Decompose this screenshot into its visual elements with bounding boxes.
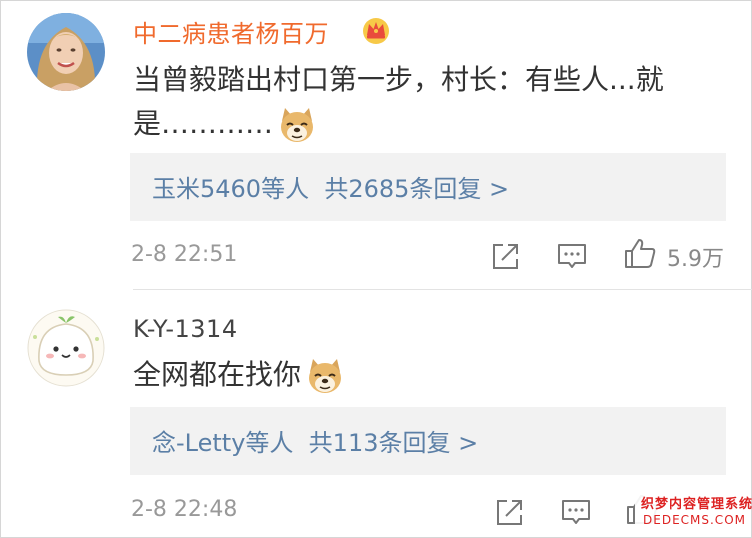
comment-text: 当曾毅踏出村口第一步，村长：有些人...就是………… [133, 58, 713, 146]
like-count: 5.9万 [667, 247, 724, 272]
username[interactable]: K-Y-1314 [133, 315, 238, 343]
divider [133, 289, 752, 290]
reply-summary[interactable]: 玉米5460等人 共2685条回复 > [130, 153, 726, 221]
reply-names[interactable]: 玉米5460等人 [152, 175, 309, 203]
reply-names[interactable]: 念-Letty等人 [152, 429, 293, 457]
reply-summary-text: 玉米5460等人 共2685条回复 > [152, 169, 509, 204]
doge-emoji-icon [277, 105, 317, 145]
like-icon[interactable] [623, 236, 657, 270]
username[interactable]: 中二病患者杨百万 [133, 14, 329, 49]
avatar[interactable] [27, 13, 105, 91]
comment-text-content: 全网都在找你 [133, 358, 302, 391]
avatar[interactable] [27, 309, 105, 387]
comment-text: 全网都在找你 [133, 353, 713, 397]
comment-list: 中二病患者杨百万 当曾毅踏出村口第一步，村长：有些人...就是………… 玉米54… [0, 0, 752, 538]
share-icon[interactable] [489, 239, 523, 273]
watermark: 织梦内容管理系统 DEDECMS.COM [635, 491, 752, 531]
reply-count[interactable]: 共113条回复 > [309, 429, 479, 457]
doge-emoji-icon [305, 356, 345, 396]
comment-time: 2-8 22:48 [131, 497, 238, 522]
comment-text-content: 当曾毅踏出村口第一步，村长：有些人...就是………… [133, 63, 664, 140]
comment-icon[interactable] [559, 495, 593, 529]
comment-time: 2-8 22:51 [131, 242, 238, 267]
watermark-url: DEDECMS.COM [643, 513, 746, 527]
share-icon[interactable] [493, 495, 527, 529]
comment-item: 中二病患者杨百万 当曾毅踏出村口第一步，村长：有些人...就是………… 玉米54… [1, 1, 752, 291]
crown-icon [363, 18, 389, 44]
reply-summary-text: 念-Letty等人 共113条回复 > [152, 423, 478, 458]
reply-count[interactable]: 共2685条回复 > [324, 175, 509, 203]
reply-summary[interactable]: 念-Letty等人 共113条回复 > [130, 407, 726, 475]
comment-icon[interactable] [555, 239, 589, 273]
watermark-title: 织梦内容管理系统 [641, 497, 752, 512]
